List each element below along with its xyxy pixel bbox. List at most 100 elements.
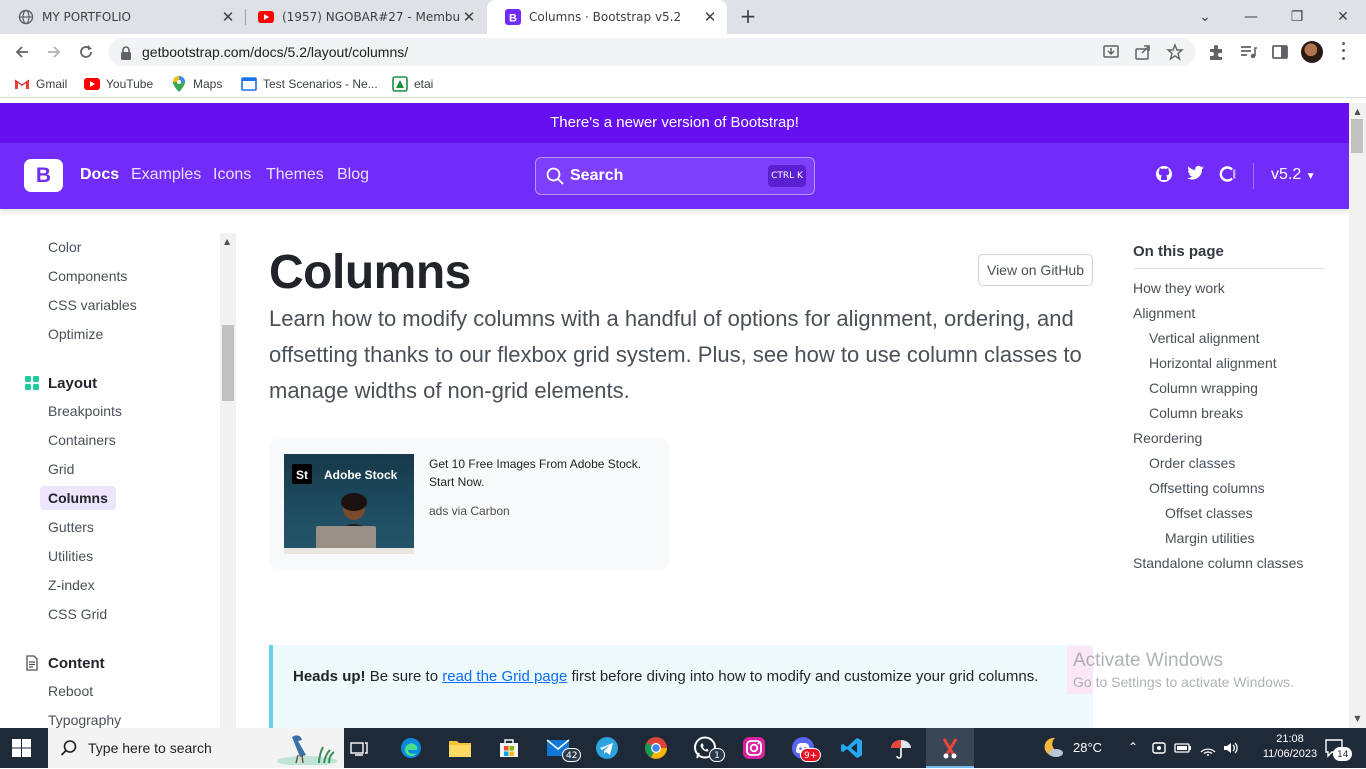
battery-icon[interactable] [1174,740,1192,759]
sidebar-item-typography[interactable]: Typography [40,708,129,728]
bookmark-star-icon[interactable] [1166,43,1184,61]
version-dropdown[interactable]: v5.2 ▼ [1271,166,1316,184]
carbon-ad[interactable]: St Adobe Stock Get 10 Free Images From A… [269,439,669,569]
version-banner[interactable]: There's a newer version of Bootstrap! [0,103,1349,143]
bookmark-etai[interactable]: etai [392,75,433,93]
profile-avatar[interactable] [1301,41,1323,63]
lock-icon[interactable] [120,45,132,64]
toc-link-order-classes[interactable]: Order classes [1149,455,1235,471]
github-icon[interactable] [1155,165,1175,185]
volume-icon[interactable] [1222,740,1240,759]
chevron-up-icon[interactable]: ⌃ [1128,740,1138,754]
sidebar-item-z-index[interactable]: Z-index [40,573,103,597]
side-panel-icon[interactable] [1270,42,1290,62]
address-bar[interactable]: getbootstrap.com/docs/5.2/layout/columns… [108,38,1196,66]
sidebar-item-optimize[interactable]: Optimize [40,322,111,346]
file-explorer-icon[interactable] [446,734,474,762]
browser-menu-icon[interactable] [1340,40,1346,62]
tab-youtube[interactable]: (1957) NGOBAR#27 - Membuat W ✕ [240,0,486,34]
scroll-up-arrow-icon[interactable]: ▲ [1353,107,1362,116]
ad-via-link[interactable]: ads via Carbon [429,504,510,518]
nav-examples[interactable]: Examples [131,166,201,184]
forward-button[interactable] [40,38,68,66]
extensions-icon[interactable] [1206,42,1226,62]
bookmark-maps[interactable]: Maps [171,75,222,93]
ad-image[interactable]: St Adobe Stock [284,454,414,554]
meet-now-icon[interactable] [1151,740,1167,759]
telegram-icon[interactable] [593,734,621,762]
toc-link-column-wrapping[interactable]: Column wrapping [1149,380,1258,396]
weather-moon-icon[interactable] [1040,735,1064,762]
microsoft-store-icon[interactable] [495,734,523,762]
opencollective-icon[interactable] [1219,165,1239,185]
toc-link-offsetting-columns[interactable]: Offsetting columns [1149,480,1265,496]
nav-themes[interactable]: Themes [266,166,324,184]
tab-bootstrap-columns[interactable]: B Columns · Bootstrap v5.2 ✕ [487,0,727,34]
taskbar-search-box[interactable]: Type here to search [48,728,344,768]
minimize-button[interactable]: — [1228,0,1274,34]
tab-portfolio[interactable]: MY PORTFOLIO ✕ [0,0,245,34]
close-tab-icon[interactable]: ✕ [219,8,237,26]
bookmark-test-scenarios[interactable]: Test Scenarios - Ne... [241,75,378,93]
scroll-up-arrow-icon[interactable]: ▲ [224,237,230,246]
weather-temperature[interactable]: 28°C [1073,740,1102,755]
bookmark-gmail[interactable]: Gmail [14,75,67,93]
media-control-icon[interactable] [1238,42,1258,62]
sidebar-item-grid[interactable]: Grid [40,457,82,481]
wifi-icon[interactable] [1199,740,1217,759]
sidebar-item-utilities[interactable]: Utilities [40,544,101,568]
sidebar-group-content[interactable]: Content [24,651,105,675]
sidebar-item-components[interactable]: Components [40,264,135,288]
bootstrap-logo[interactable]: B [24,159,63,192]
view-on-github-button[interactable]: View on GitHub [978,254,1093,286]
sidebar-item-breakpoints[interactable]: Breakpoints [40,399,130,423]
toc-link-offset-classes[interactable]: Offset classes [1165,505,1253,521]
share-icon[interactable] [1134,43,1152,61]
close-tab-icon[interactable]: ✕ [460,8,478,26]
instagram-icon[interactable] [740,734,768,762]
reload-button[interactable] [72,38,100,66]
edge-icon[interactable] [397,734,425,762]
sidebar-item-color[interactable]: Color [40,235,89,259]
twitter-icon[interactable] [1187,165,1207,185]
install-app-icon[interactable] [1102,43,1120,61]
task-view-icon[interactable] [346,734,374,762]
sidebar-group-layout[interactable]: Layout [24,371,97,395]
restore-button[interactable]: ❐ [1274,0,1320,34]
snipping-tool-icon[interactable] [936,734,964,762]
close-tab-icon[interactable]: ✕ [701,8,719,26]
sidebar-item-gutters[interactable]: Gutters [40,515,102,539]
new-tab-button[interactable]: + [736,5,760,29]
nav-blog[interactable]: Blog [337,166,369,184]
sidebar-item-css-grid[interactable]: CSS Grid [40,602,115,626]
system-clock[interactable]: 21:08 11/06/2023 [1260,732,1320,762]
page-scroll-thumb[interactable] [1351,119,1363,153]
toc-link-standalone-column-classes[interactable]: Standalone column classes [1133,555,1303,571]
toc-link-alignment[interactable]: Alignment [1133,305,1195,321]
toc-link-column-breaks[interactable]: Column breaks [1149,405,1243,421]
sidebar-item-css-variables[interactable]: CSS variables [40,293,145,317]
toc-link-horizontal-alignment[interactable]: Horizontal alignment [1149,355,1277,371]
ad-text[interactable]: Get 10 Free Images From Adobe Stock. Sta… [429,455,659,491]
toc-link-vertical-alignment[interactable]: Vertical alignment [1149,330,1260,346]
toc-link-reordering[interactable]: Reordering [1133,430,1202,446]
chrome-icon[interactable] [642,734,670,762]
sidebar-item-reboot[interactable]: Reboot [40,679,101,703]
sidebar-scrollbar[interactable]: ▲ [220,233,236,728]
sidebar-scroll-thumb[interactable] [222,325,234,401]
nav-docs[interactable]: Docs [80,166,119,184]
back-button[interactable] [8,38,36,66]
windows-start-icon[interactable] [12,739,31,757]
sidebar-item-containers[interactable]: Containers [40,428,124,452]
page-scrollbar[interactable]: ▲ ▼ [1349,103,1366,728]
sidebar-item-columns[interactable]: Columns [40,486,116,510]
toc-link-how-they-work[interactable]: How they work [1133,280,1225,296]
scroll-down-arrow-icon[interactable]: ▼ [1353,714,1362,723]
nav-icons[interactable]: Icons [213,166,251,184]
vscode-icon[interactable] [838,734,866,762]
bookmark-youtube[interactable]: YouTube [84,75,153,93]
close-window-button[interactable]: ✕ [1320,0,1366,34]
toc-link-margin-utilities[interactable]: Margin utilities [1165,530,1254,546]
read-grid-page-link[interactable]: read the Grid page [442,668,567,685]
tab-search-icon[interactable]: ⌄ [1182,0,1228,34]
